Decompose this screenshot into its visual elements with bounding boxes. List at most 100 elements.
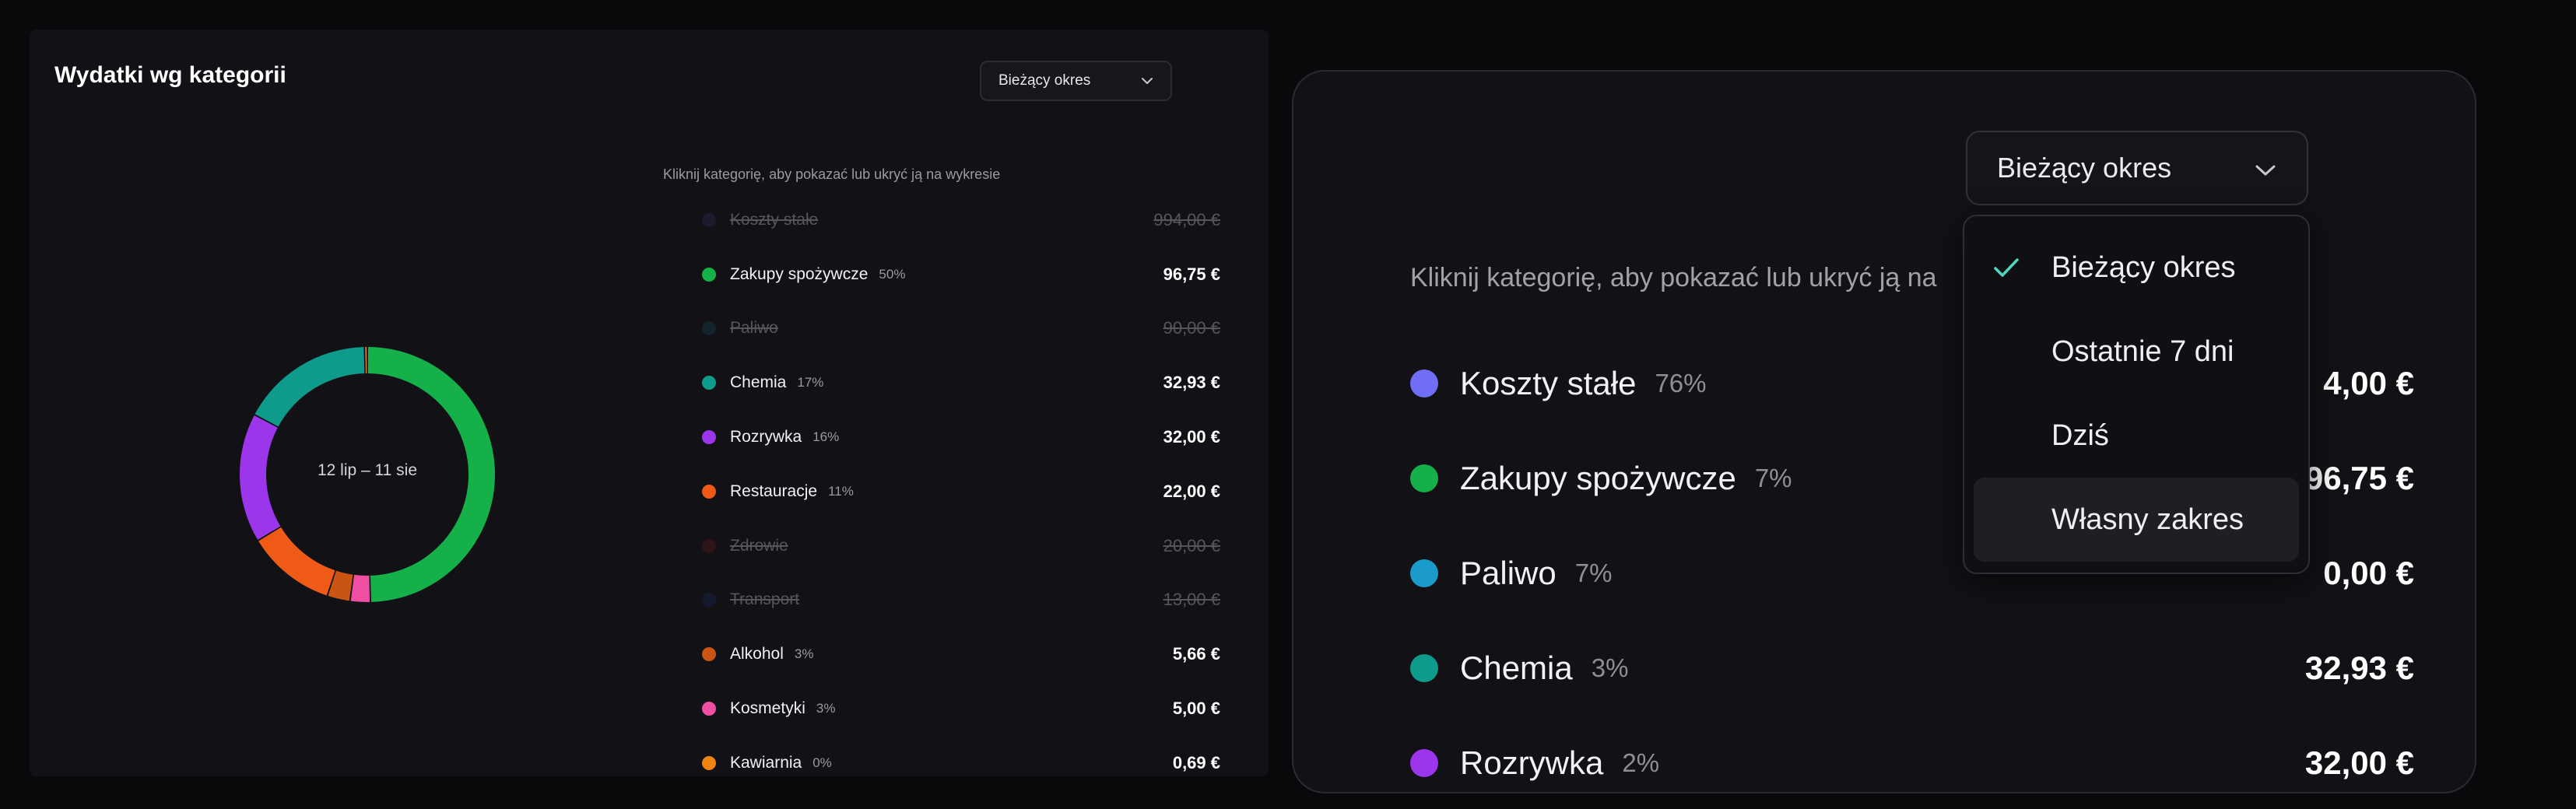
category-color-dot	[702, 321, 716, 336]
category-list: Koszty stałe 994,00 € Zakupy spożywcze 50% 9…	[663, 193, 1262, 790]
period-select-zoomed[interactable]: Bieżący okres	[1966, 131, 2308, 205]
category-name: Restauracje	[730, 482, 818, 500]
category-name: Transport	[730, 590, 800, 609]
category-color-dot	[1410, 369, 1438, 397]
category-percent: 11%	[828, 483, 854, 499]
period-select[interactable]: Bieżący okres	[980, 61, 1172, 101]
category-percent: 17%	[797, 375, 824, 390]
category-percent: 7%	[1574, 559, 1613, 587]
category-name: Koszty stałe	[1460, 365, 1637, 401]
category-amount: 20,00 €	[1163, 535, 1220, 555]
category-percent: 3%	[1591, 653, 1629, 682]
category-row[interactable]: Paliwo 90,00 €	[663, 302, 1262, 356]
category-percent: 3%	[816, 701, 836, 716]
category-color-dot	[702, 538, 716, 553]
category-amount: 4,00 €	[2323, 365, 2414, 401]
category-color-dot	[702, 755, 716, 770]
category-name: Paliwo	[730, 319, 778, 338]
category-percent: 2%	[1622, 748, 1660, 777]
category-row[interactable]: Alkohol 3% 5,66 €	[663, 627, 1262, 681]
donut-slice	[350, 574, 370, 602]
category-color-dot	[702, 647, 716, 662]
donut-center-date-range: 12 lip – 11 sie	[317, 461, 418, 479]
category-row[interactable]: Zdrowie 20,00 €	[663, 519, 1262, 573]
category-name: Kawiarnia	[730, 753, 802, 772]
category-amount: 0,69 €	[1172, 752, 1220, 772]
category-amount: 32,00 €	[1163, 427, 1220, 447]
chevron-down-icon	[2254, 152, 2277, 184]
period-option[interactable]: Bieżący okres	[1974, 226, 2299, 310]
expenses-by-category-panel: Wydatki wg kategorii Bieżący okres 12 li…	[30, 30, 1269, 776]
category-amount: 5,66 €	[1172, 644, 1220, 664]
category-amount: 994,00 €	[1153, 209, 1220, 229]
category-color-dot	[1410, 749, 1438, 777]
category-row[interactable]: Zakupy spożywcze 50% 96,75 €	[663, 247, 1262, 302]
category-color-dot	[702, 212, 716, 227]
period-option-label: Własny zakres	[2051, 503, 2244, 536]
category-color-dot	[1410, 559, 1438, 587]
category-amount: 32,93 €	[2304, 650, 2414, 686]
category-percent: 7%	[1754, 464, 1792, 492]
period-option-label: Bieżący okres	[2051, 250, 2236, 284]
category-name: Chemia	[730, 373, 787, 392]
category-row[interactable]: Restauracje 11% 22,00 €	[663, 464, 1262, 519]
period-dropdown-menu: Bieżący okres Ostatnie 7 dni Dziś Własny za…	[1963, 215, 2310, 574]
category-toggle-hint: Kliknij kategorię, aby pokazać lub ukryć…	[663, 166, 1001, 182]
category-name: Chemia	[1460, 650, 1573, 686]
category-row[interactable]: Chemia 17% 32,93 €	[663, 355, 1262, 410]
category-color-dot	[702, 484, 716, 499]
category-amount: 5,00 €	[1172, 699, 1220, 719]
donut-slice	[365, 347, 367, 374]
category-percent: 16%	[812, 429, 840, 445]
category-color-dot	[702, 430, 716, 445]
period-option[interactable]: Ostatnie 7 dni	[1974, 310, 2299, 394]
category-row[interactable]: Kosmetyki 3% 5,00 €	[663, 681, 1262, 736]
category-amount: 96,75 €	[2304, 460, 2414, 496]
category-color-dot	[702, 593, 716, 608]
zoomed-panel: Bieżący okres Kliknij kategorię, aby pok…	[1292, 70, 2476, 793]
category-amount: 32,00 €	[2304, 744, 2414, 781]
category-amount: 90,00 €	[1163, 318, 1220, 338]
category-name: Kosmetyki	[730, 699, 805, 718]
period-option[interactable]: Własny zakres	[1974, 478, 2299, 562]
category-color-dot	[702, 702, 716, 716]
category-percent: 50%	[879, 266, 906, 282]
category-name: Paliwo	[1460, 555, 1556, 591]
donut-slice	[254, 347, 365, 427]
category-name: Alkohol	[730, 645, 784, 664]
category-color-dot	[1410, 654, 1438, 682]
period-option-label: Dziś	[2051, 419, 2109, 452]
category-percent: 0%	[812, 755, 832, 770]
category-name: Zakupy spożywcze	[730, 264, 869, 283]
category-row[interactable]: Chemia 3% 32,93 €	[1410, 621, 2414, 716]
category-name: Zakupy spożywcze	[1460, 460, 1736, 496]
category-amount: 32,93 €	[1163, 373, 1220, 393]
category-row[interactable]: Rozrywka 2% 32,00 €	[1410, 716, 2414, 792]
category-color-dot	[702, 376, 716, 390]
category-name: Zdrowie	[730, 536, 788, 555]
donut-slice	[258, 527, 335, 596]
category-row[interactable]: Transport 13,00 €	[663, 573, 1262, 628]
category-color-dot	[702, 267, 716, 282]
category-amount: 96,75 €	[1163, 264, 1220, 284]
category-name: Koszty stałe	[730, 210, 819, 229]
category-toggle-hint: Kliknij kategorię, aby pokazać lub ukryć…	[1410, 263, 1937, 292]
panel-title: Wydatki wg kategorii	[54, 62, 286, 88]
category-name: Rozrywka	[1460, 744, 1604, 781]
category-row[interactable]: Rozrywka 16% 32,00 €	[663, 410, 1262, 464]
period-select-value: Bieżący okres	[1997, 152, 2172, 184]
category-percent: 3%	[794, 646, 814, 662]
checkmark-icon	[1991, 252, 2022, 283]
category-row[interactable]: Kawiarnia 0% 0,69 €	[663, 736, 1262, 790]
category-percent: 76%	[1655, 369, 1707, 397]
category-color-dot	[1410, 464, 1438, 492]
period-select-value: Bieżący okres	[998, 72, 1091, 89]
category-row[interactable]: Koszty stałe 994,00 €	[663, 193, 1262, 247]
category-amount: 13,00 €	[1163, 590, 1220, 610]
chevron-down-icon	[1141, 72, 1153, 89]
period-option-label: Ostatnie 7 dni	[2051, 334, 2234, 368]
period-option[interactable]: Dziś	[1974, 394, 2299, 478]
category-amount: 0,00 €	[2323, 555, 2414, 591]
category-amount: 22,00 €	[1163, 481, 1220, 501]
category-name: Rozrywka	[730, 428, 802, 447]
